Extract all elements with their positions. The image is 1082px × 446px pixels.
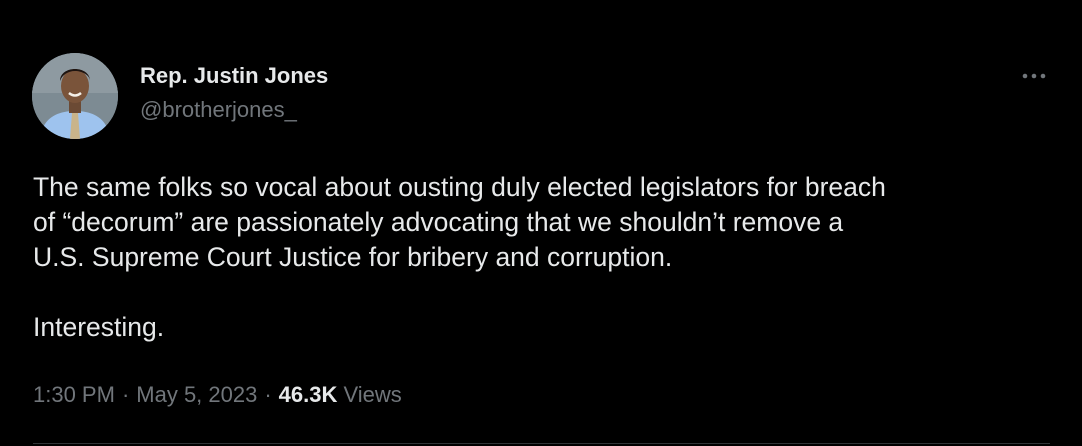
author-handle[interactable]: @brotherjones_ [140,96,328,124]
tweet: Rep. Justin Jones @brotherjones_ The sam… [0,0,1082,446]
tweet-date[interactable]: May 5, 2023 [136,382,257,407]
tweet-paragraph: Interesting. [33,312,165,342]
views-count[interactable]: 46.3K [279,382,338,407]
tweet-meta: 1:30 PM · May 5, 2023 · 46.3K Views [33,380,402,410]
views-label: Views [343,382,402,407]
divider [33,443,1050,444]
tweet-time[interactable]: 1:30 PM [33,382,115,407]
separator: · [264,382,272,407]
tweet-paragraph: The same folks so vocal about ousting du… [33,172,886,272]
user-info: Rep. Justin Jones @brotherjones_ [140,62,328,124]
more-horizontal-icon [1022,73,1046,79]
more-options-button[interactable] [1016,64,1052,88]
tweet-text: The same folks so vocal about ousting du… [33,170,1063,345]
separator: · [121,382,130,407]
author-display-name[interactable]: Rep. Justin Jones [140,62,328,90]
avatar[interactable] [32,53,118,139]
avatar-image [32,53,118,139]
